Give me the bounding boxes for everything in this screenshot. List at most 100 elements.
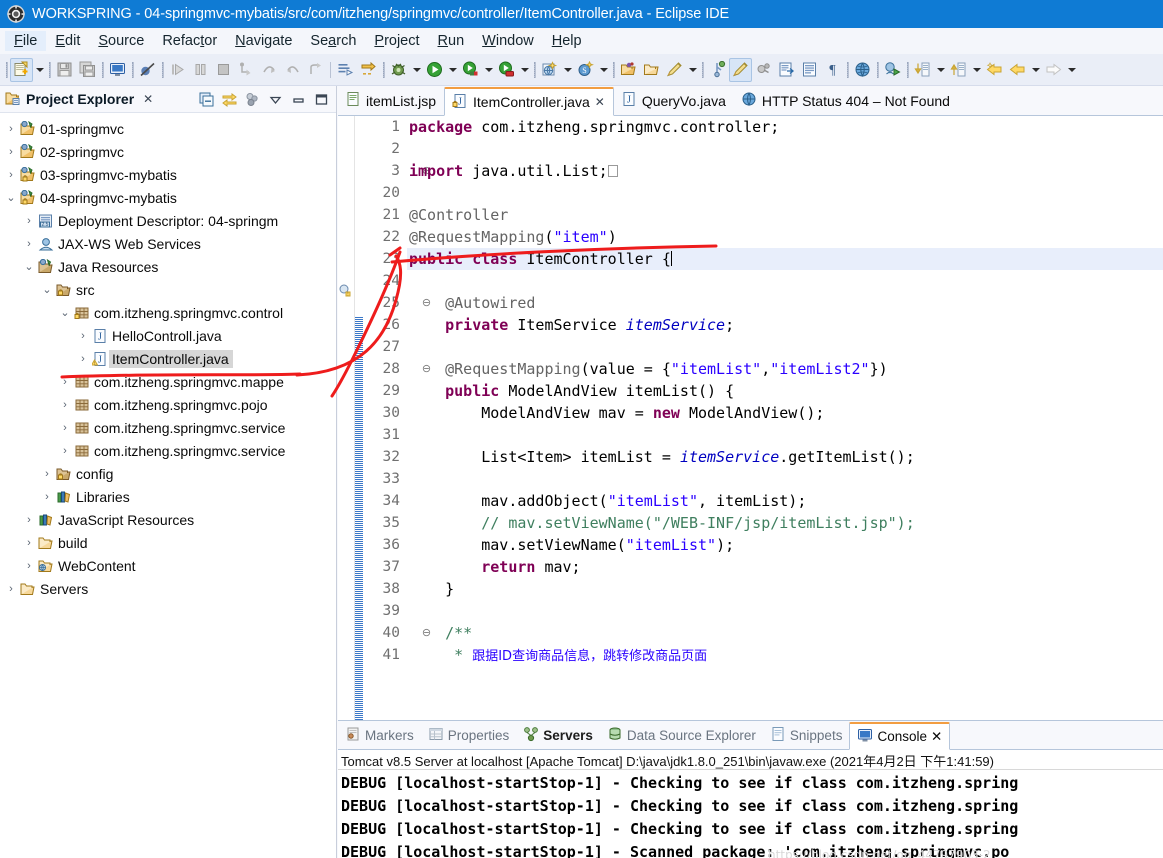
chevron-down-icon[interactable]: ⌄ (40, 283, 54, 296)
chevron-right-icon[interactable]: › (58, 445, 72, 457)
run-as-dropdown-arrow[interactable] (482, 58, 495, 82)
code-line[interactable]: @RequestMapping(value = {"itemList","ite… (407, 358, 1163, 380)
chevron-right-icon[interactable]: › (58, 399, 72, 411)
close-icon[interactable]: ✕ (143, 92, 153, 106)
code-line[interactable]: public ModelAndView itemList() { (407, 380, 1163, 402)
chevron-right-icon[interactable]: › (4, 146, 18, 158)
menu-project[interactable]: Project (365, 31, 428, 51)
project-explorer-title-group[interactable]: Project Explorer ✕ (0, 90, 153, 109)
chevron-right-icon[interactable]: › (4, 169, 18, 181)
link-with-editor-icon[interactable] (221, 91, 238, 108)
prev-edit-icon[interactable] (947, 58, 970, 82)
open-type-icon[interactable] (617, 58, 640, 82)
globe-icon[interactable] (851, 58, 874, 82)
step-into-icon[interactable] (235, 58, 258, 82)
toggle-breakpoint-icon[interactable] (136, 58, 159, 82)
back-dropdown-arrow[interactable] (1029, 58, 1042, 82)
minimize-icon[interactable] (290, 91, 307, 108)
new-package-icon[interactable] (798, 58, 821, 82)
menu-navigate[interactable]: Navigate (226, 31, 301, 51)
chevron-right-icon[interactable]: › (4, 583, 18, 595)
debug-icon[interactable] (387, 58, 410, 82)
bottom-tab[interactable]: Markers (338, 721, 421, 749)
open-resource-icon[interactable] (640, 58, 663, 82)
code-line[interactable]: ModelAndView mav = new ModelAndView(); (407, 402, 1163, 424)
terminate-icon[interactable] (212, 58, 235, 82)
code-line[interactable]: /** (407, 622, 1163, 644)
new-icon[interactable] (10, 57, 33, 82)
code-line[interactable]: mav.addObject("itemList", itemList); (407, 490, 1163, 512)
chevron-down-icon[interactable]: ⌄ (58, 306, 72, 319)
chevron-right-icon[interactable]: › (4, 123, 18, 135)
debug-last-icon[interactable] (357, 58, 380, 82)
code-line[interactable]: package com.itzheng.springmvc.controller… (407, 116, 1163, 138)
code-line[interactable]: import java.util.List; (407, 160, 1163, 182)
chevron-right-icon[interactable]: › (22, 514, 36, 526)
tree-item[interactable]: ⌄ Java Resources (0, 255, 336, 278)
menu-refactor[interactable]: Refactor (153, 31, 226, 51)
tree-item[interactable]: › Libraries (0, 485, 336, 508)
edit-dropdown-arrow[interactable] (686, 58, 699, 82)
code-line[interactable] (407, 424, 1163, 446)
drop-to-frame-icon[interactable] (304, 58, 327, 82)
code-line[interactable]: } (407, 578, 1163, 600)
bottom-tab[interactable]: Properties (421, 721, 517, 749)
collapse-all-icon[interactable] (198, 91, 215, 108)
run-server-icon[interactable] (495, 58, 518, 82)
tree-item[interactable]: › config (0, 462, 336, 485)
chevron-right-icon[interactable]: › (40, 468, 54, 480)
save-all-icon[interactable] (76, 58, 99, 82)
close-icon[interactable]: ✕ (595, 95, 605, 109)
maximize-icon[interactable] (313, 91, 330, 108)
forward-icon[interactable] (1042, 58, 1065, 82)
tree-item[interactable]: › JAX-WS Web Services (0, 232, 336, 255)
run-dropdown-arrow[interactable] (446, 58, 459, 82)
edit-icon[interactable] (663, 58, 686, 82)
editor-tab[interactable]: J ItemController.java ✕ (444, 87, 614, 116)
code-line[interactable] (407, 270, 1163, 292)
run-on-server-icon[interactable] (881, 58, 904, 82)
menu-window[interactable]: Window (473, 31, 543, 51)
bottom-tab[interactable]: Data Source Explorer (600, 721, 763, 749)
next-edit-icon[interactable] (911, 58, 934, 82)
tree-item[interactable]: › Servers (0, 577, 336, 600)
tree-item[interactable]: ⌄ src (0, 278, 336, 301)
chevron-right-icon[interactable]: › (22, 560, 36, 572)
search-icon[interactable]: S (574, 58, 597, 82)
code-line[interactable] (407, 182, 1163, 204)
tree-item[interactable]: › build (0, 531, 336, 554)
tree-item[interactable]: › 01-springmvc (0, 117, 336, 140)
print-icon[interactable] (106, 58, 129, 82)
code-line[interactable]: private ItemService itemService; (407, 314, 1163, 336)
tree-item[interactable]: ⌄ com.itzheng.springmvc.control (0, 301, 336, 324)
debug-dropdown-arrow[interactable] (410, 58, 423, 82)
menu-run[interactable]: Run (429, 31, 474, 51)
close-icon[interactable]: ✕ (931, 729, 942, 745)
prev-edit-dropdown-arrow[interactable] (970, 58, 983, 82)
save-icon[interactable] (53, 58, 76, 82)
tree-item[interactable]: › JavaScript Resources (0, 508, 336, 531)
code-line[interactable]: @RequestMapping("item") (407, 226, 1163, 248)
code-line[interactable]: // mav.setViewName("/WEB-INF/jsp/itemLis… (407, 512, 1163, 534)
editor-tab[interactable]: itemList.jsp (338, 86, 444, 115)
chevron-right-icon[interactable]: › (76, 330, 90, 342)
tree-item[interactable]: › 2.5 Deployment Descriptor: 04-springm (0, 209, 336, 232)
console-output[interactable]: DEBUG [localhost-startStop-1] - Checking… (338, 770, 1163, 858)
code-line[interactable]: List<Item> itemList = itemService.getIte… (407, 446, 1163, 468)
next-edit-dropdown-arrow[interactable] (934, 58, 947, 82)
tree-item[interactable]: › J HelloControll.java (0, 324, 336, 347)
menu-source[interactable]: Source (89, 31, 153, 51)
code-line[interactable]: @Controller (407, 204, 1163, 226)
chevron-down-icon[interactable]: ⌄ (4, 191, 18, 204)
search-dropdown-arrow[interactable] (597, 58, 610, 82)
view-menu-icon[interactable] (267, 91, 284, 108)
forward-dropdown-arrow[interactable] (1065, 58, 1078, 82)
code-line[interactable] (407, 468, 1163, 490)
editor-tab[interactable]: J QueryVo.java (614, 86, 734, 115)
code-line[interactable] (407, 336, 1163, 358)
chevron-down-icon[interactable]: ⌄ (22, 260, 36, 273)
view-menu-filter-icon[interactable] (244, 91, 261, 108)
back-history-icon[interactable] (983, 58, 1006, 82)
code-text[interactable]: package com.itzheng.springmvc.controller… (407, 116, 1163, 816)
chevron-right-icon[interactable]: › (58, 422, 72, 434)
